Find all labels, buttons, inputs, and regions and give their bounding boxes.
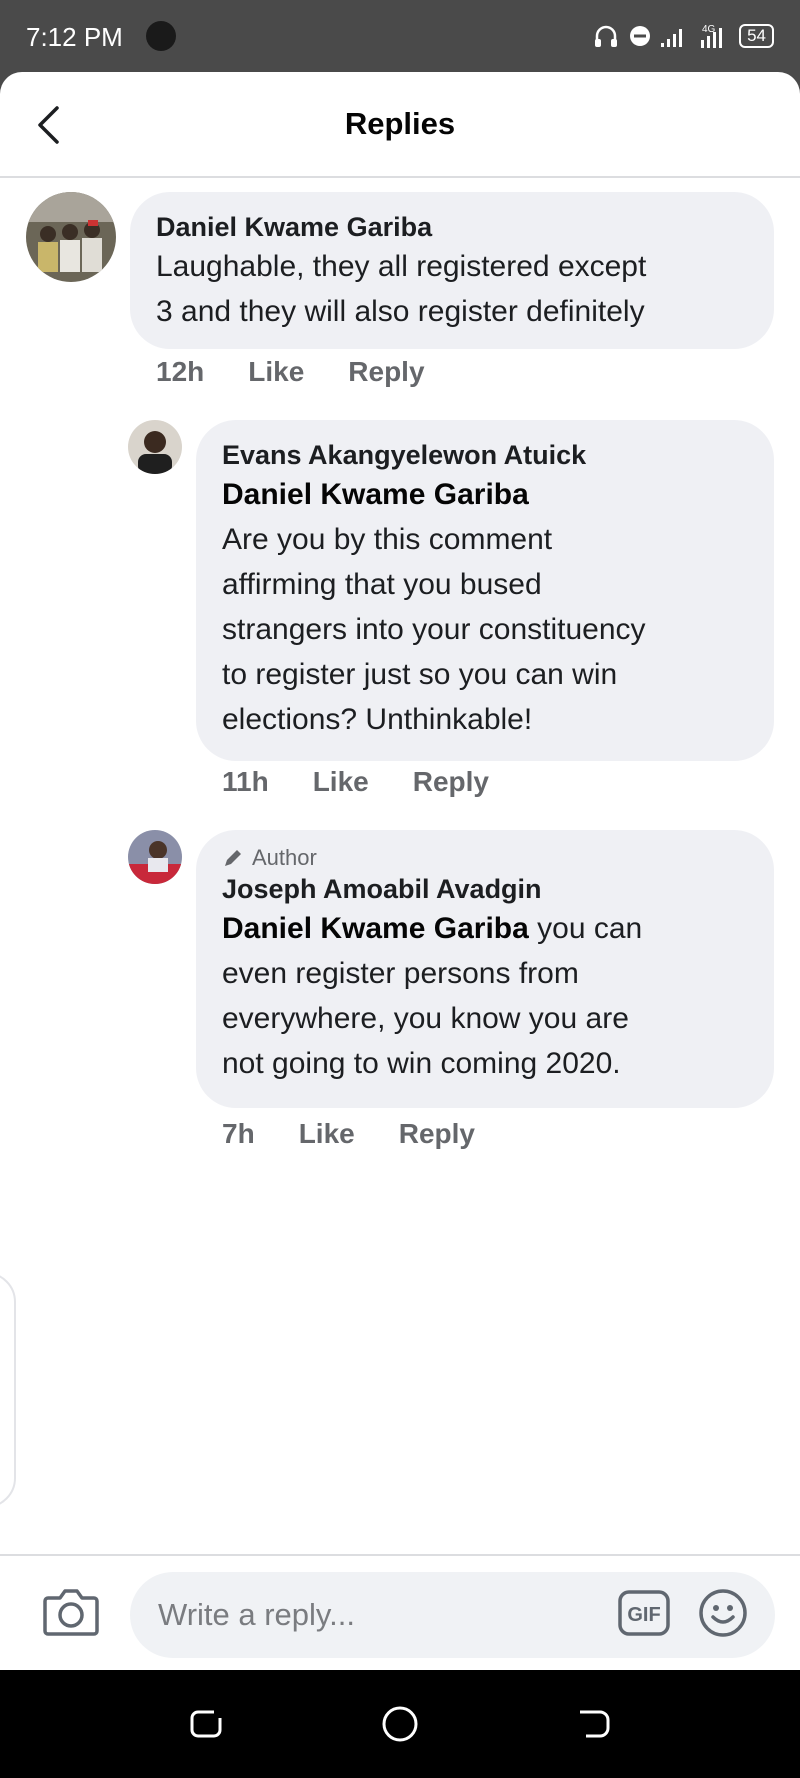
home-icon: [382, 1706, 418, 1742]
status-time: 7:12 PM: [26, 22, 123, 52]
smiley-icon: [699, 1589, 747, 1637]
comment-text-line: strangers into your constituency: [222, 613, 646, 646]
comment-bubble: Evans Akangyelewon Atuick Daniel Kwame G…: [196, 420, 774, 761]
recents-button[interactable]: [186, 1704, 226, 1744]
comment-bubble: Author Joseph Amoabil Avadgin Daniel Kwa…: [196, 830, 774, 1108]
comment-text-line: everywhere, you know you are: [222, 1002, 629, 1035]
comment-author[interactable]: Daniel Kwame Gariba: [156, 210, 748, 244]
camera-button[interactable]: [42, 1586, 100, 1638]
comment-text-line: Are you by this comment: [222, 523, 553, 556]
back-nav-icon: [580, 1710, 610, 1738]
header: Replies: [0, 72, 800, 178]
emoji-button[interactable]: [698, 1588, 748, 1638]
reply-button[interactable]: Reply: [348, 356, 424, 388]
comment-author[interactable]: Evans Akangyelewon Atuick: [222, 438, 748, 472]
gif-button[interactable]: GIF: [618, 1590, 670, 1636]
comment-actions: 12h Like Reply: [156, 356, 425, 388]
status-icons: 4G 54: [593, 22, 774, 50]
comment-text-line: 3 and they will also register definitely: [156, 295, 645, 328]
recents-icon: [190, 1710, 222, 1738]
like-button[interactable]: Like: [299, 1118, 355, 1150]
like-button[interactable]: Like: [248, 356, 304, 388]
comment-text-line: affirming that you bused: [222, 568, 542, 601]
network-4g-icon: 4G: [699, 22, 729, 50]
back-nav-button[interactable]: [574, 1704, 614, 1744]
reply-input[interactable]: [130, 1572, 775, 1658]
comment-text-line: you can: [528, 912, 643, 945]
comment-actions: 11h Like Reply: [222, 766, 489, 798]
comment-text: Daniel Kwame Gariba Are you by this comm…: [222, 472, 748, 742]
headphones-icon: [593, 23, 619, 49]
reply-composer: GIF: [0, 1554, 800, 1670]
comment-author[interactable]: Joseph Amoabil Avadgin: [222, 872, 748, 906]
author-badge: Author: [222, 844, 748, 872]
do-not-disturb-icon: [629, 25, 651, 47]
battery-icon: 54: [739, 24, 774, 48]
reply-button[interactable]: Reply: [399, 1118, 475, 1150]
avatar[interactable]: [26, 192, 116, 282]
comment-timestamp: 12h: [156, 356, 205, 387]
svg-text:GIF: GIF: [627, 1604, 660, 1626]
pencil-icon: [225, 850, 241, 866]
comment-actions: 7h Like Reply: [222, 1118, 475, 1150]
comment-text-line: elections? Unthinkable!: [222, 703, 533, 736]
gif-icon: GIF: [618, 1590, 670, 1636]
comment-text-line: Laughable, they all registered except: [156, 250, 647, 283]
reply-button[interactable]: Reply: [413, 766, 489, 798]
replies-sheet: Replies Daniel Kwame Gariba Laughable, t…: [0, 72, 800, 1670]
comment-text-line: not going to win coming 2020.: [222, 1047, 621, 1080]
avatar[interactable]: [128, 830, 182, 884]
like-button[interactable]: Like: [313, 766, 369, 798]
notification-dot-icon: [146, 21, 176, 51]
side-panel-handle[interactable]: [0, 1272, 16, 1508]
home-button[interactable]: [380, 1704, 420, 1744]
comment-timestamp: 7h: [222, 1118, 255, 1149]
comment-timestamp: 11h: [222, 766, 269, 797]
camera-icon: [43, 1589, 99, 1636]
signal-icon: [661, 25, 689, 47]
comment-text-line: to register just so you can win: [222, 658, 618, 691]
author-badge-label: Author: [252, 845, 317, 870]
comment-text: Laughable, they all registered except 3 …: [156, 244, 748, 334]
system-nav-bar: [0, 1670, 800, 1778]
status-bar: 7:12 PM 4G 54: [0, 0, 800, 72]
page-title: Replies: [344, 106, 456, 141]
comment-bubble: Daniel Kwame Gariba Laughable, they all …: [130, 192, 774, 349]
comment-text-line: even register persons from: [222, 957, 579, 990]
mention-link[interactable]: Daniel Kwame Gariba: [222, 912, 529, 945]
mention-link[interactable]: Daniel Kwame Gariba: [222, 472, 748, 517]
avatar[interactable]: [128, 420, 182, 474]
comment-text: Daniel Kwame Gariba you can even registe…: [222, 906, 748, 1086]
